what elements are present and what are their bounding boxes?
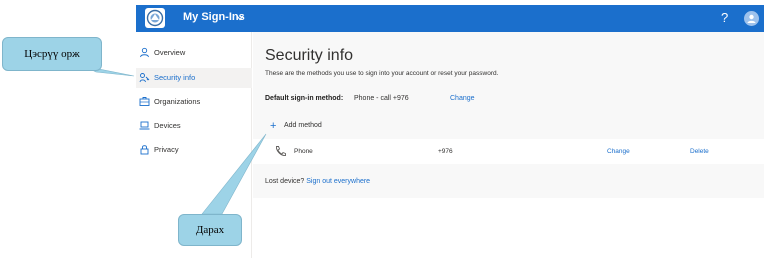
callout-arrows [83,65,267,215]
callout-2-pointer [201,133,267,215]
callout-open-menu: Цэсрүү орж [2,37,102,71]
callout-click: Дарах [178,214,242,246]
